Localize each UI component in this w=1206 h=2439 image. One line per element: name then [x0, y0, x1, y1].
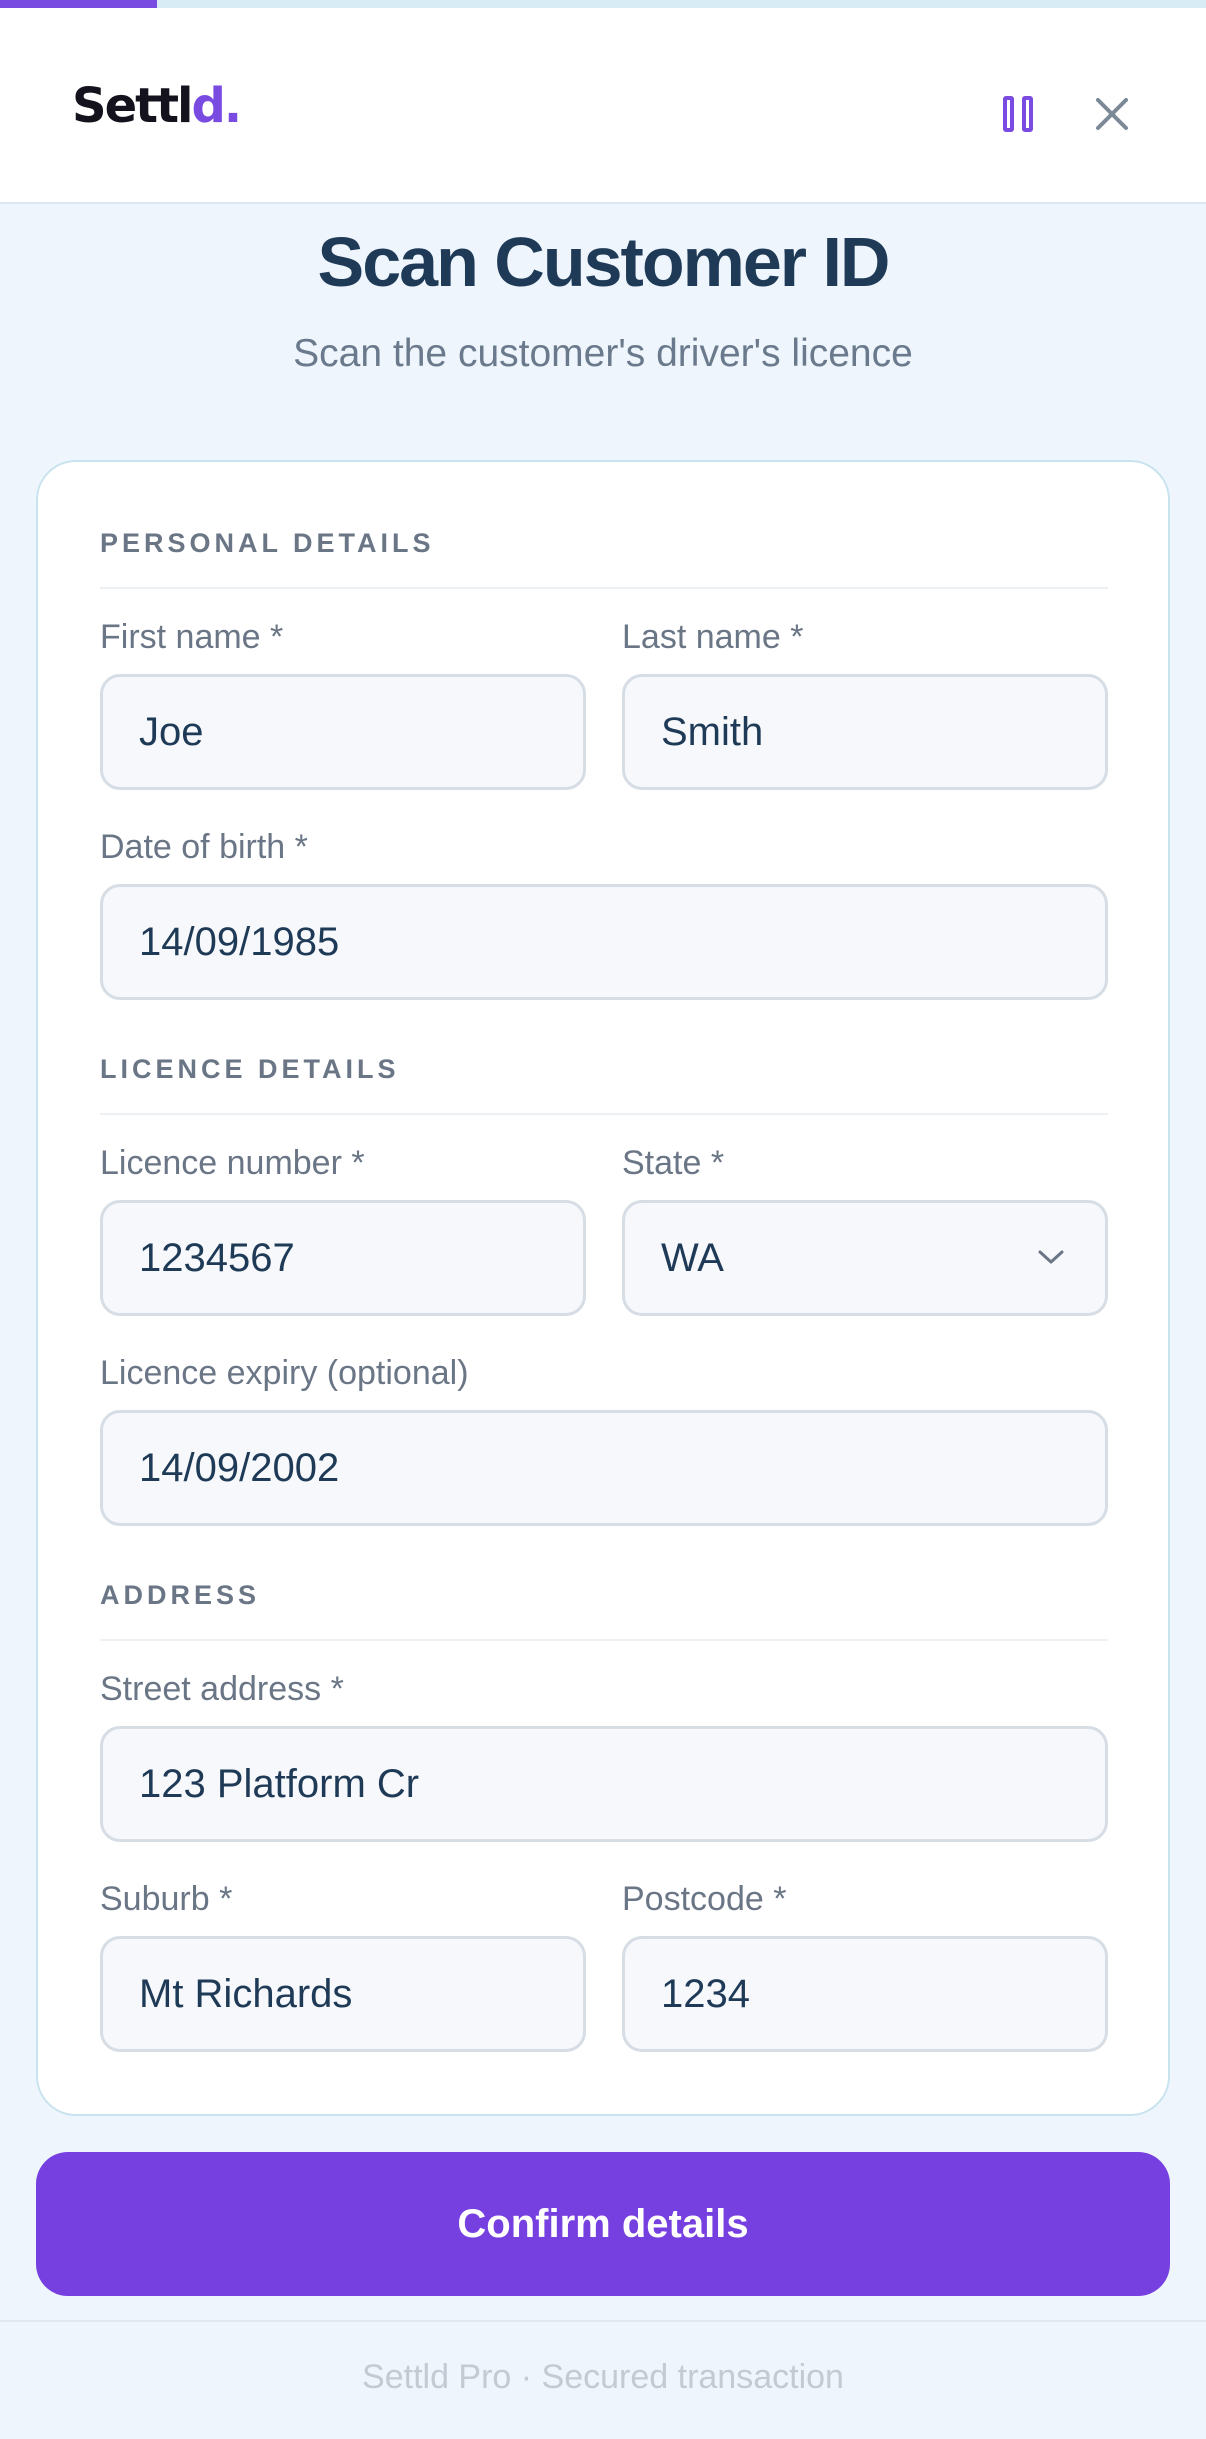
- street-address-label: Street address *: [100, 1670, 344, 1708]
- pause-icon-bar: [1022, 96, 1033, 132]
- settld-logo: Settld.: [72, 78, 242, 134]
- confirm-details-button[interactable]: Confirm details: [36, 2152, 1170, 2296]
- postcode-label: Postcode *: [622, 1880, 787, 1918]
- licence-expiry-value: 14/09/2002: [139, 1445, 340, 1490]
- section-heading-personal: PERSONAL DETAILS: [100, 528, 1108, 589]
- logo-accent: d.: [191, 78, 242, 134]
- top-bar: Settld.: [0, 8, 1206, 204]
- licence-expiry-field[interactable]: 14/09/2002: [100, 1410, 1108, 1526]
- state-select[interactable]: WA: [622, 1200, 1108, 1316]
- section-heading-licence: LICENCE DETAILS: [100, 1054, 1108, 1115]
- chevron-down-icon: [1038, 1250, 1064, 1264]
- state-label: State *: [622, 1144, 725, 1182]
- street-address-field[interactable]: 123 Platform Cr: [100, 1726, 1108, 1842]
- dob-field[interactable]: 14/09/1985: [100, 884, 1108, 1000]
- close-button[interactable]: [1084, 86, 1140, 142]
- licence-number-field[interactable]: 1234567: [100, 1200, 586, 1316]
- progress-fill: [0, 0, 157, 8]
- page-subtitle: Scan the customer's driver's licence: [293, 332, 913, 375]
- suburb-value: Mt Richards: [139, 1971, 353, 2016]
- footer-divider: [0, 2320, 1206, 2322]
- street-address-value: 123 Platform Cr: [139, 1761, 420, 1806]
- dob-value: 14/09/1985: [139, 919, 340, 964]
- state-value: WA: [661, 1235, 724, 1280]
- pause-button[interactable]: [990, 86, 1046, 142]
- postcode-value: 1234: [661, 1971, 750, 2016]
- logo-main: Settl: [72, 78, 193, 134]
- close-icon: [1096, 98, 1128, 130]
- pause-icon: [1003, 96, 1014, 132]
- suburb-label: Suburb *: [100, 1880, 233, 1918]
- postcode-field[interactable]: 1234: [622, 1936, 1108, 2052]
- suburb-field[interactable]: Mt Richards: [100, 1936, 586, 2052]
- section-heading-address: ADDRESS: [100, 1580, 1108, 1641]
- footer-text: Settld Pro · Secured transaction: [362, 2358, 844, 2396]
- first-name-value: Joe: [139, 709, 204, 754]
- last-name-label: Last name *: [622, 618, 804, 656]
- first-name-label: First name *: [100, 618, 284, 656]
- dob-label: Date of birth *: [100, 828, 308, 866]
- licence-number-value: 1234567: [139, 1235, 295, 1280]
- licence-expiry-label: Licence expiry (optional): [100, 1354, 469, 1392]
- last-name-value: Smith: [661, 709, 764, 754]
- licence-number-label: Licence number *: [100, 1144, 365, 1182]
- id-details-card: PERSONAL DETAILS First name * Joe Last n…: [36, 460, 1170, 2116]
- page-title: Scan Customer ID: [317, 223, 891, 301]
- first-name-field[interactable]: Joe: [100, 674, 586, 790]
- progress-track: [0, 0, 1206, 8]
- last-name-field[interactable]: Smith: [622, 674, 1108, 790]
